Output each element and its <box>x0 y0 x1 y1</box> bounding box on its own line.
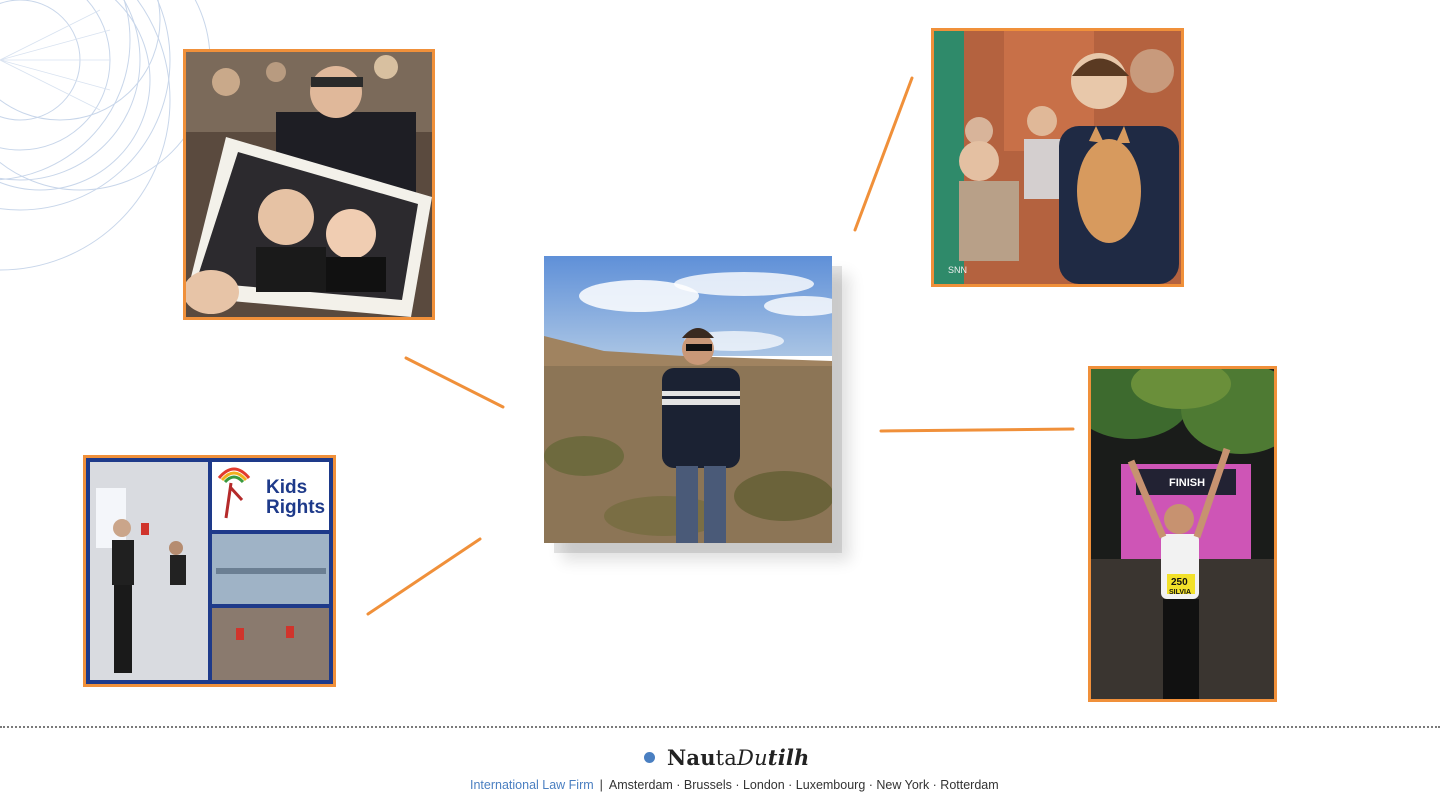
kids-rights-logo-text: Kids Rights <box>266 477 333 518</box>
photo-watermark: SNN <box>948 265 968 275</box>
footer-divider <box>0 726 1440 728</box>
logo-dot-icon <box>644 751 655 763</box>
connector-top-left <box>404 356 505 409</box>
logo-part2: ta <box>715 745 738 770</box>
finish-sign-text: FINISH <box>1169 477 1206 489</box>
logo-part3: Du <box>737 745 768 770</box>
footer-tagline: International Law Firm | Amsterdam · Bruss… <box>470 778 999 792</box>
nautadutilh-logo: NautaDutilh <box>644 744 810 770</box>
photo-polaroid-couple <box>183 49 435 320</box>
kids-rights-line1: Kids <box>266 477 308 498</box>
photo-finish-line: FINISH 250 SILVIA <box>1088 366 1277 702</box>
firm-label: International Law Firm <box>470 778 594 792</box>
photo-cat-show: SNN <box>931 28 1184 287</box>
office-cities: Amsterdam · Brussels · London · Luxembou… <box>608 778 999 792</box>
connector-right <box>879 427 1075 433</box>
bib-name: SILVIA <box>1169 589 1192 596</box>
logo-part4: tilh <box>767 744 810 770</box>
logo-part1: Nau <box>667 744 716 770</box>
photo-center-portrait <box>544 256 832 543</box>
logo-wordmark: NautaDutilh <box>667 745 810 770</box>
connector-bottom-left <box>366 537 482 616</box>
connector-top-right <box>853 76 914 232</box>
bib-number: 250 <box>1171 577 1188 588</box>
footer-separator: | <box>599 778 603 792</box>
photo-kids-rights-collage: Kids Rights <box>83 455 336 687</box>
kids-rights-line2: Rights <box>266 497 326 518</box>
